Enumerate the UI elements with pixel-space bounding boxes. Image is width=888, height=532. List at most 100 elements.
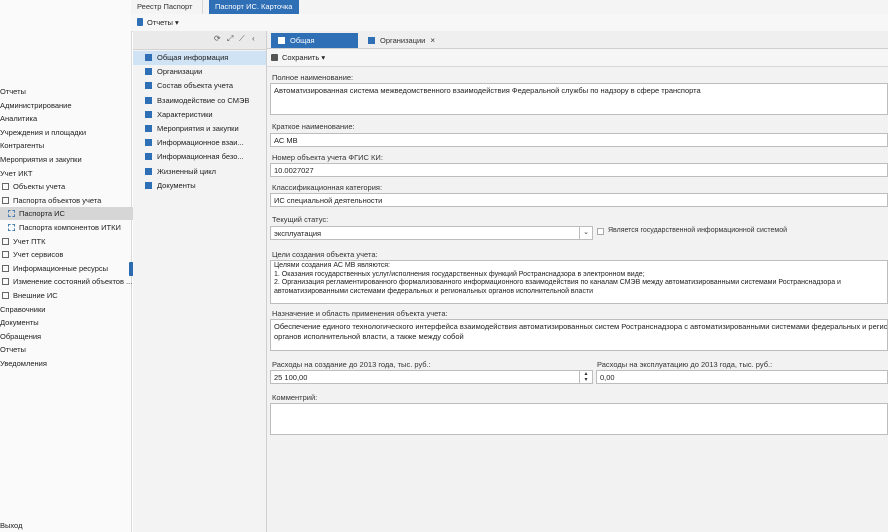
collapse-left-icon[interactable]: ‹ [252,34,255,43]
refresh-icon[interactable]: ⟳ [214,34,221,43]
nav-item[interactable]: Паспорта объектов учета [0,194,101,207]
section-item[interactable]: Информационная безо... [133,150,266,164]
fgis-number-label: Номер объекта учета ФГИС КИ: [272,153,383,162]
section-item[interactable]: Документы [133,179,266,193]
full-name-label: Полное наименование: [272,73,354,82]
nav-item[interactable]: Аналитика [0,112,37,125]
fgis-number-field[interactable]: 10.0027027 [270,163,888,177]
nav-item[interactable]: Изменение состояний объектов ... [0,275,132,288]
goals-line: Целями создания АС МВ являются: [274,262,390,269]
nav-item-label: Уведомления [0,359,47,368]
section-icon [145,54,152,61]
nav-item[interactable]: Учет сервисов [0,248,63,261]
nav-item[interactable]: Внешние ИС [0,289,58,302]
nav-item-label: Мероприятия и закупки [0,155,82,164]
nav-item-label: Учет ИКТ [0,168,33,178]
spinner-icon[interactable]: ▴ ▾ [579,371,592,383]
purpose-line: Обеспечение единого технологического инт… [274,322,888,331]
tab-registry[interactable]: Реестр Паспорт ИС× [131,0,203,25]
tab-organizations[interactable]: Организации × [361,33,443,48]
tab-label: Паспорт ИС. Карточка [215,2,293,11]
section-label: Мероприятия и закупки [157,124,239,133]
purpose-line: органов исполнительной власти, а также м… [274,332,464,341]
section-label: Информационное взаи... [157,138,244,148]
expand-icon[interactable]: ⤢ [227,34,233,44]
nav-item[interactable]: Отчеты [0,343,26,356]
nav-item[interactable]: Паспорта компонентов ИТКИ [0,221,121,234]
nav-item[interactable]: Мероприятия и закупки [0,153,82,166]
cost-operate-field[interactable]: 0,00 [596,370,888,384]
document-tabs: Реестр Паспорт ИС× Паспорт ИС. Карточка [131,0,888,25]
reports-button[interactable]: Отчеты ▾ [137,17,179,28]
nav-item[interactable]: Учет ИКТ [0,167,32,180]
nav-item-label: Справочники [0,304,46,314]
section-icon [145,139,152,147]
nav-item[interactable]: Уведомления [0,357,47,370]
section-item[interactable]: Организации [133,65,266,79]
goals-field[interactable]: Целями создания АС МВ являются: 1. Оказа… [270,260,888,304]
folder-icon [2,196,9,204]
save-icon [271,54,278,61]
nav-item[interactable]: Информационные ресурсы [0,262,108,275]
purpose-label: Назначение и область применения объекта … [272,309,448,318]
comment-field[interactable] [270,403,888,435]
save-toolbar: Сохранить ▾ [267,49,888,67]
save-button[interactable]: Сохранить ▾ [271,52,325,63]
gis-checkbox-label: Является государственной информационной … [608,227,788,234]
tab-passport-card[interactable]: Паспорт ИС. Карточка [209,0,299,14]
section-item[interactable]: Состав объекта учета [133,79,266,93]
nav-item-label: Отчеты [0,345,26,355]
card-tabs: Общая информация Организации × [267,31,888,60]
section-item[interactable]: Характеристики [133,108,266,122]
nav-item[interactable]: Справочники [0,303,45,316]
cost-create-field[interactable]: 25 100,00 ▴ ▾ [270,370,593,384]
nav-item-label: Паспорта объектов учета [13,195,102,205]
section-panel: ⟳ ⤢ ⟋ ‹ Общая информация Организации Соста… [133,31,267,532]
status-select[interactable]: эксплуатация ⌄ [270,226,593,240]
section-item[interactable]: Мероприятия и закупки [133,122,266,136]
section-item[interactable]: Информационное взаи... [133,136,266,150]
nav-item-exit[interactable]: Выход [0,519,22,532]
tab-icon [278,37,285,44]
folder-icon [2,251,9,259]
section-label: Общая информация [157,53,229,62]
nav-item[interactable]: Отчеты [0,85,26,98]
section-label: Взаимодействие со СМЭВ [157,95,250,105]
folder-icon [2,278,9,286]
nav-item-label: Отчеты [0,87,26,96]
nav-item[interactable]: Обращения [0,330,41,343]
nav-item-label: Паспорта ИС [19,209,65,219]
nav-item[interactable]: Учет ПТК [0,235,45,248]
nav-item[interactable]: Документы [0,316,39,329]
nav-item[interactable]: Паспорта ИС [0,207,139,221]
section-label: Характеристики [157,109,213,119]
nav-item[interactable]: Контрагенты [0,139,44,152]
section-item[interactable]: Жизненный цикл [133,165,266,179]
status-value: эксплуатация [274,229,322,238]
classification-field[interactable]: ИС специальной деятельности [270,193,888,207]
folder-icon [2,292,9,299]
purpose-field[interactable]: Обеспечение единого технологического инт… [270,319,888,351]
chevron-down-icon[interactable]: ⌄ [579,227,592,239]
nav-item[interactable]: Объекты учета [0,180,65,193]
short-name-field[interactable]: АС МВ [270,133,888,147]
tab-general-info[interactable]: Общая информация [271,33,358,60]
section-item[interactable]: Взаимодействие со СМЭВ [133,94,266,108]
section-item[interactable]: Общая информация [133,51,266,65]
nav-item-label: Объекты учета [13,182,66,192]
full-name-field[interactable]: Автоматизированная система межведомствен… [270,83,888,115]
nav-item[interactable]: Администрирование [0,99,72,112]
gis-checkbox[interactable] [597,228,604,235]
nav-item[interactable]: Учреждения и площадки [0,126,86,139]
section-icon [145,167,152,175]
cost-operate-label: Расходы на эксплуатацию до 2013 года, ты… [597,360,773,369]
nav-item-label: Обращения [0,331,42,341]
comment-label: Комментрий: [272,393,318,402]
close-icon[interactable]: × [430,36,435,45]
pin-icon[interactable]: ⟋ [239,34,245,44]
nav-item-label: Паспорта компонентов ИТКИ [19,223,121,232]
section-toolbar: ⟳ ⤢ ⟋ ‹ [133,31,266,50]
nav-item-label: Внешние ИС [13,291,58,300]
nav-item-label: Контрагенты [0,141,45,151]
section-icon [145,125,152,132]
